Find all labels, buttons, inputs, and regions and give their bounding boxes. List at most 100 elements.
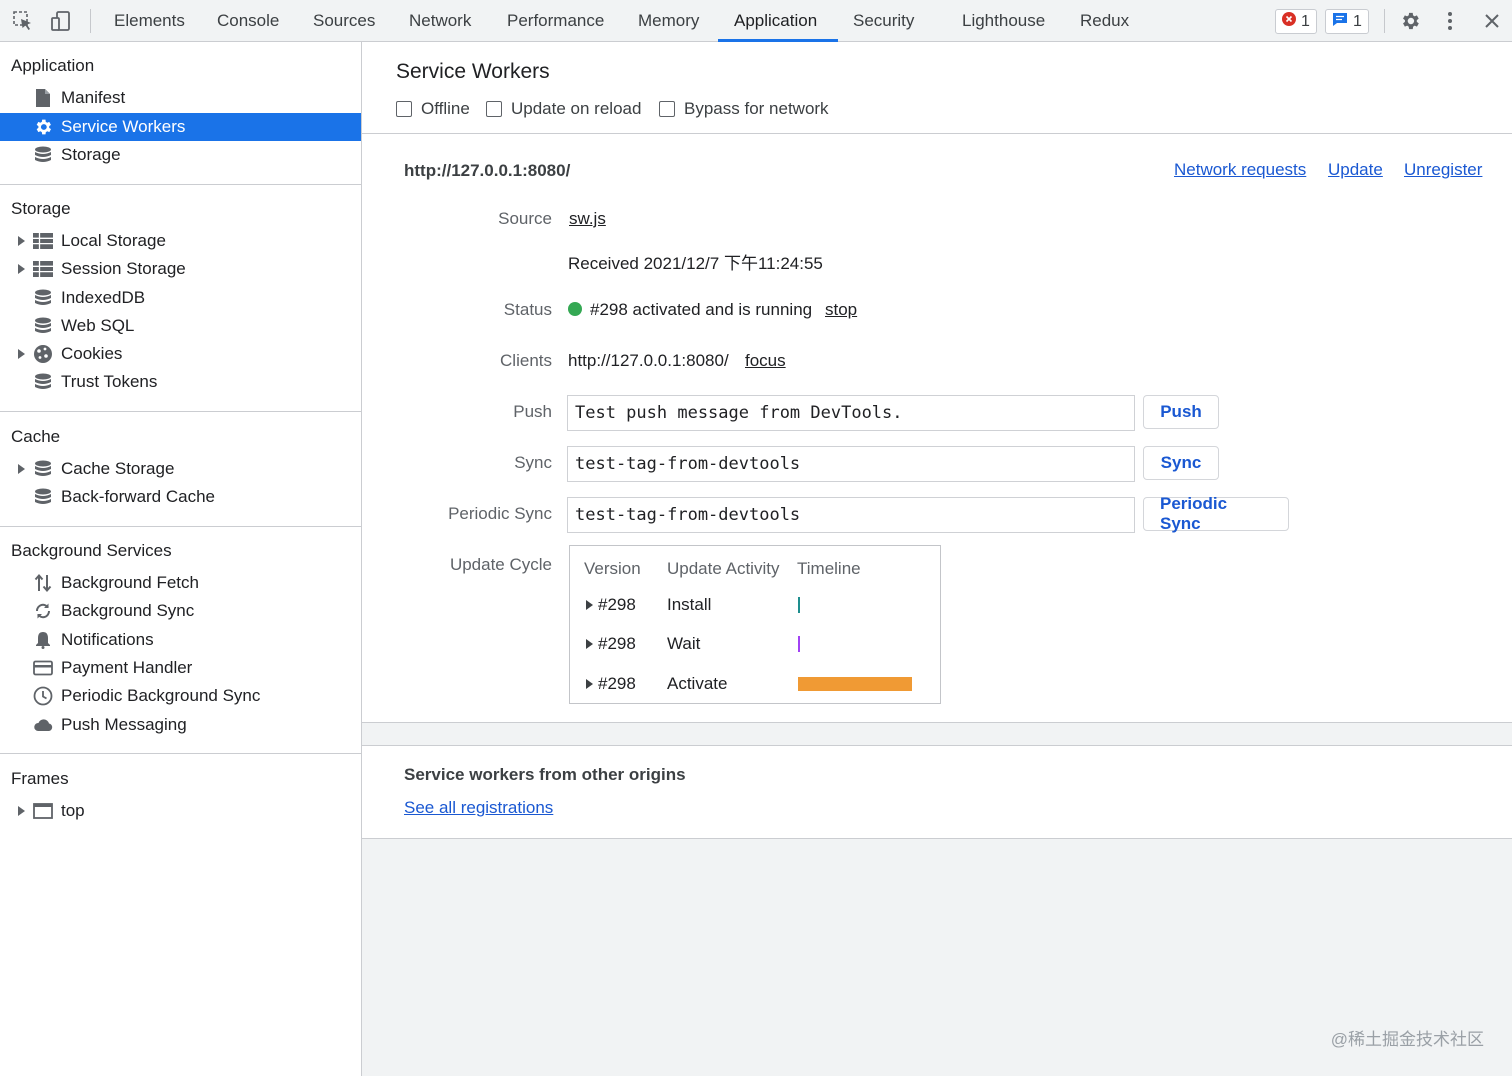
tab-sources[interactable]: Sources [313,0,375,42]
message-count: 1 [1353,12,1362,30]
sidebar-item-trust-tokens[interactable]: Trust Tokens [0,368,361,396]
sidebar-item-web-sql[interactable]: Web SQL [0,312,361,340]
error-count: 1 [1301,12,1310,30]
focus-link[interactable]: focus [745,351,786,371]
sidebar-section-frames: Frames [11,769,69,788]
sidebar-item-label: Trust Tokens [61,372,158,391]
expand-arrow-icon[interactable] [18,236,25,246]
expand-arrow-icon[interactable] [18,806,25,816]
network-requests-link[interactable]: Network requests [1174,160,1306,180]
update-on-reload-checkbox[interactable]: Update on reload [486,98,641,120]
sidebar-item-label: Notifications [61,630,154,649]
sidebar-item-label: Cookies [61,344,123,363]
tab-security[interactable]: Security [853,0,914,42]
periodic-sync-label: Periodic Sync [448,504,552,523]
tab-redux[interactable]: Redux [1080,0,1129,42]
source-link[interactable]: sw.js [569,209,606,229]
tab-console[interactable]: Console [217,0,279,42]
error-badge[interactable]: 1 [1275,9,1317,34]
bypass-for-network-checkbox[interactable]: Bypass for network [659,98,829,120]
status-text: #298 activated and is running [590,300,813,319]
sidebar-item-label: Payment Handler [61,658,193,677]
expand-arrow-icon[interactable] [18,264,25,274]
received-timestamp: Received 2021/12/7 下午11:24:55 [568,254,823,273]
sidebar-section-background-services: Background Services [11,541,172,560]
tab-performance[interactable]: Performance [507,0,604,42]
push-button[interactable]: Push [1143,395,1219,429]
tab-memory[interactable]: Memory [638,0,699,42]
table-row-version[interactable]: #298 [586,634,636,654]
close-icon[interactable] [1479,8,1505,34]
device-toolbar-icon[interactable] [48,8,74,34]
sidebar-item-session-storage[interactable]: Session Storage [0,255,361,283]
see-all-registrations-link[interactable]: See all registrations [404,798,553,818]
sidebar: Application Manifest Service Workers Sto… [0,42,362,1076]
message-badge[interactable]: 1 [1325,9,1369,34]
sidebar-item-background-fetch[interactable]: Background Fetch [0,569,361,597]
sync-tag-input[interactable] [567,446,1135,482]
sidebar-item-cache-storage[interactable]: Cache Storage [0,455,361,483]
sidebar-item-label: Local Storage [61,231,166,250]
tab-network[interactable]: Network [409,0,471,42]
tab-elements[interactable]: Elements [114,0,185,42]
error-icon [1282,12,1296,31]
database-icon [33,459,53,479]
checkbox-box[interactable] [396,101,412,117]
sync-label: Sync [514,453,552,472]
periodic-sync-button[interactable]: Periodic Sync [1143,494,1289,533]
more-vert-icon[interactable] [1437,8,1463,34]
sidebar-section-application: Application [11,56,95,75]
sidebar-item-label: top [61,801,85,820]
sidebar-item-label: Manifest [61,88,126,107]
sidebar-item-push-messaging[interactable]: Push Messaging [0,711,361,739]
clock-icon [33,686,53,706]
unregister-link[interactable]: Unregister [1404,160,1482,180]
sidebar-item-back-forward-cache[interactable]: Back-forward Cache [0,483,361,511]
checkbox-box[interactable] [486,101,502,117]
timeline-bar-wait [798,636,800,652]
sidebar-item-cookies[interactable]: Cookies [0,340,361,368]
grid-icon [33,231,53,251]
update-link[interactable]: Update [1328,160,1383,180]
tab-application[interactable]: Application [734,0,817,42]
table-row-activity: Activate [667,674,728,693]
sidebar-item-payment-handler[interactable]: Payment Handler [0,654,361,682]
sidebar-item-periodic-background-sync[interactable]: Periodic Background Sync [0,682,361,710]
periodic-sync-tag-input[interactable] [567,497,1135,533]
update-cycle-label: Update Cycle [449,555,552,574]
sync-button[interactable]: Sync [1143,446,1219,480]
sync-icon [33,601,53,621]
sidebar-section-cache: Cache [11,427,61,446]
push-message-input[interactable] [567,395,1135,431]
expand-arrow-icon[interactable] [586,679,593,689]
sidebar-item-background-sync[interactable]: Background Sync [0,597,361,625]
gear-icon[interactable] [1397,8,1423,34]
table-row-version[interactable]: #298 [586,595,636,615]
expand-arrow-icon[interactable] [18,464,25,474]
database-icon [33,487,53,507]
sidebar-item-local-storage[interactable]: Local Storage [0,227,361,255]
sidebar-item-label: Push Messaging [61,715,187,734]
sidebar-item-storage[interactable]: Storage [0,141,361,169]
expand-arrow-icon[interactable] [586,639,593,649]
push-label: Push [513,402,552,421]
sidebar-item-service-workers[interactable]: Service Workers [0,113,361,141]
tab-lighthouse[interactable]: Lighthouse [962,0,1045,42]
sidebar-item-manifest[interactable]: Manifest [0,84,361,112]
version-text: #298 [598,595,636,614]
checkbox-box[interactable] [659,101,675,117]
sidebar-item-top-frame[interactable]: top [0,797,361,825]
table-row-version[interactable]: #298 [586,674,636,694]
checkbox-label: Update on reload [511,99,642,118]
inspect-element-icon[interactable] [10,8,36,34]
checkbox-label: Bypass for network [684,99,829,118]
bell-icon [33,630,53,650]
stop-link[interactable]: stop [825,300,857,320]
sidebar-item-notifications[interactable]: Notifications [0,626,361,654]
offline-checkbox[interactable]: Offline [396,98,470,120]
expand-arrow-icon[interactable] [18,349,25,359]
expand-arrow-icon[interactable] [586,600,593,610]
toolbar-divider [1384,9,1385,33]
sidebar-item-indexeddb[interactable]: IndexedDB [0,284,361,312]
sidebar-item-label: Service Workers [61,117,186,136]
